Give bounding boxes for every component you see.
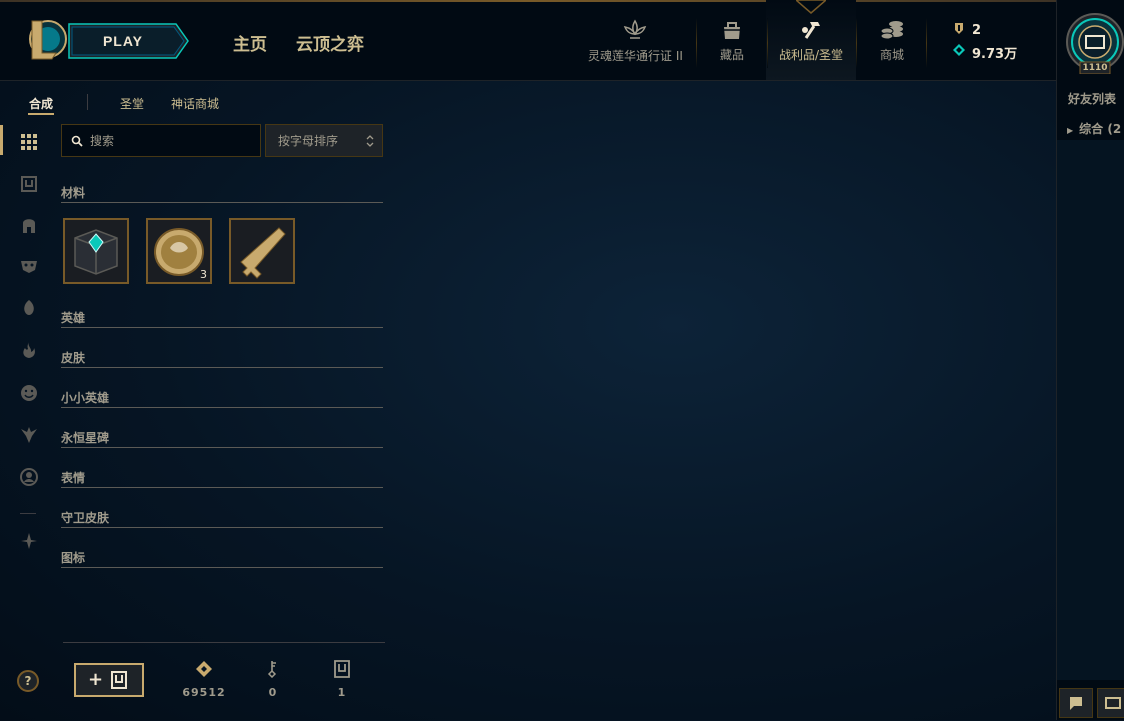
tab-home[interactable]: 主页 — [233, 30, 267, 55]
category-skins[interactable]: 皮肤 — [61, 347, 383, 368]
riot-points-value: 2 — [972, 22, 982, 38]
tab-mythic-shop[interactable]: 神话商城 — [171, 95, 219, 112]
chest-counter: 1 — [312, 660, 372, 699]
key-icon — [267, 661, 277, 679]
blue-essence-value: 9.73万 — [972, 46, 1018, 62]
collection-bag-icon — [724, 22, 740, 39]
tab-tft[interactable]: 云顶之弈 — [296, 30, 364, 55]
key-icon — [231, 220, 293, 282]
avatar[interactable]: 1110 — [1064, 10, 1124, 75]
loot-item-gold-token[interactable]: 3 — [146, 218, 212, 284]
category-label: 材料 — [61, 186, 86, 200]
tab-craft[interactable]: 合成 — [29, 95, 53, 112]
help-button[interactable]: ? — [17, 670, 39, 692]
category-label: 图标 — [61, 551, 86, 565]
friends-group-general[interactable]: ▶ 综合 (2 — [1067, 120, 1121, 137]
chest-icon[interactable] — [19, 174, 39, 194]
play-button-label: PLAY — [102, 33, 144, 49]
league-logo-icon[interactable] — [26, 17, 68, 61]
battle-pass-label: 灵魂莲华通行证 II — [588, 49, 683, 63]
nav-loot[interactable]: 战利品/圣堂 — [775, 18, 847, 63]
chest-icon — [334, 660, 350, 678]
divider — [87, 94, 88, 110]
search-box[interactable] — [61, 124, 261, 157]
egg-icon[interactable] — [19, 298, 39, 318]
active-tab-caret-icon — [796, 0, 826, 14]
rail-active-indicator — [0, 125, 3, 155]
disenchant-icon[interactable] — [19, 531, 39, 551]
loot-item-key[interactable] — [229, 218, 295, 284]
key-counter: 0 — [243, 660, 303, 699]
search-input[interactable] — [88, 131, 252, 151]
nav-battle-pass[interactable] — [600, 18, 670, 46]
category-label: 永恒星碑 — [61, 431, 110, 445]
category-little-legends[interactable]: 小小英雄 — [61, 387, 383, 408]
category-eternals[interactable]: 永恒星碑 — [61, 427, 383, 448]
plus-label: + — [88, 669, 104, 690]
chest-count-value: 1 — [337, 686, 347, 699]
nav-collection[interactable]: 藏品 — [697, 18, 767, 63]
emote-smiley-icon[interactable] — [19, 383, 39, 403]
chest-icon — [111, 671, 127, 689]
tab-sanctum[interactable]: 圣堂 — [120, 95, 144, 112]
eternal-flame-icon[interactable] — [19, 340, 39, 360]
ward-icon[interactable] — [19, 425, 39, 445]
category-champions[interactable]: 英雄 — [61, 307, 383, 328]
key-count-value: 0 — [268, 686, 278, 699]
nav-store[interactable]: 商城 — [857, 18, 927, 63]
currency-display[interactable]: 2 9.73万 — [952, 20, 1017, 64]
caret-right-icon: ▶ — [1067, 126, 1074, 135]
collection-label: 藏品 — [719, 48, 744, 62]
footer-divider — [63, 642, 385, 643]
category-label: 小小英雄 — [61, 391, 110, 405]
category-icons[interactable]: 图标 — [61, 547, 383, 568]
add-chest-button[interactable]: + — [74, 663, 144, 697]
store-label: 商城 — [879, 48, 904, 62]
sort-dropdown[interactable]: 按字母排序 — [265, 124, 383, 157]
category-ward-skins[interactable]: 守卫皮肤 — [61, 507, 383, 528]
active-tab-underline — [28, 113, 54, 115]
category-label: 英雄 — [61, 311, 86, 325]
divider — [767, 18, 768, 68]
top-gold-line — [0, 0, 1056, 2]
category-label: 表情 — [61, 471, 86, 485]
loot-label: 战利品/圣堂 — [778, 48, 844, 62]
hammer-icon — [802, 22, 820, 39]
orange-essence-value: 69512 — [182, 686, 226, 699]
missions-button[interactable] — [1097, 688, 1124, 718]
coins-icon — [880, 21, 903, 40]
item-count: 3 — [200, 268, 207, 281]
lotus-icon — [623, 19, 647, 39]
orange-essence-counter: 69512 — [174, 660, 234, 699]
friends-title: 好友列表 — [1068, 92, 1117, 106]
orange-essence-icon — [196, 661, 212, 677]
friends-list-area — [1057, 140, 1124, 680]
category-emotes[interactable]: 表情 — [61, 467, 383, 488]
champion-helmet-icon[interactable] — [19, 215, 39, 235]
loot-item-hextech-chest[interactable] — [63, 218, 129, 284]
skin-mask-icon[interactable] — [19, 256, 39, 276]
category-label: 皮肤 — [61, 351, 86, 365]
friends-group-label: 综合 (2 — [1079, 122, 1122, 136]
search-icon — [71, 135, 83, 147]
divider — [926, 18, 927, 68]
summoner-level: 1110 — [1082, 63, 1108, 73]
play-button[interactable]: PLAY — [68, 23, 190, 59]
grid-all-icon[interactable] — [19, 132, 39, 152]
chat-bubble-icon — [1070, 697, 1082, 710]
riot-points-icon — [955, 23, 963, 34]
category-label: 守卫皮肤 — [61, 511, 110, 525]
sort-chevrons-icon — [366, 135, 374, 147]
blue-essence-icon — [953, 44, 965, 56]
scroll-icon — [1105, 697, 1121, 709]
sort-value: 按字母排序 — [278, 134, 339, 148]
category-materials[interactable]: 材料 — [61, 182, 383, 203]
chat-button[interactable] — [1059, 688, 1093, 718]
profile-icon[interactable] — [19, 467, 39, 487]
friends-panel: 好友列表 ▶ 综合 (2 — [1056, 0, 1124, 720]
rail-divider — [20, 513, 36, 514]
hextech-chest-icon — [65, 220, 127, 282]
